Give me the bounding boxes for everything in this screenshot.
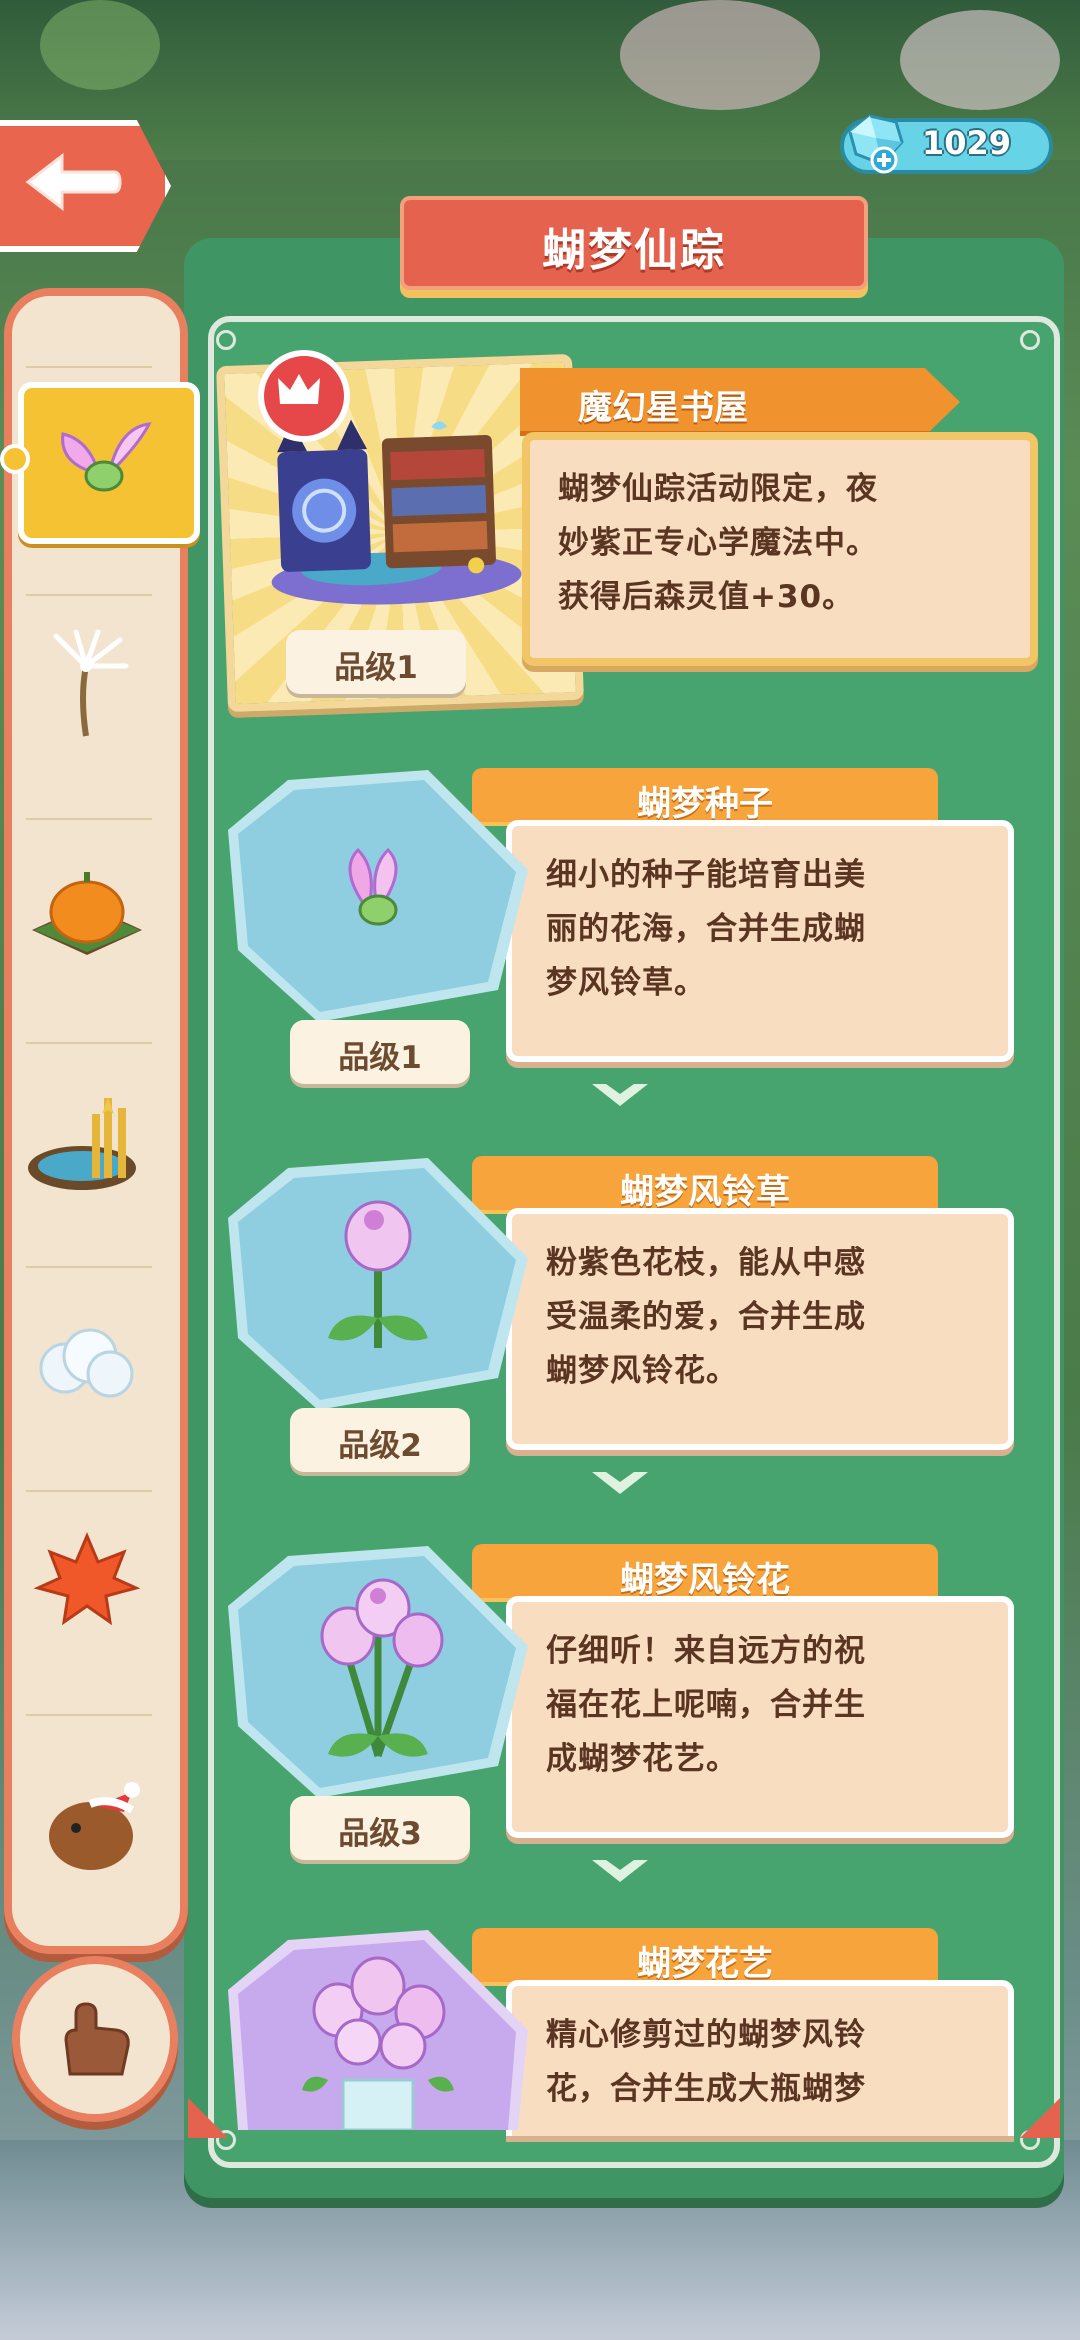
chevron-down-icon (592, 1472, 648, 1494)
maple-leaf-icon (33, 1532, 141, 1626)
item-description-line: 成蝴梦花艺。 (546, 1741, 738, 1777)
featured-item-name: 魔幻星书屋 (578, 388, 748, 428)
sidebar-item-christmas-bird[interactable] (16, 1736, 156, 1876)
item-description-box: 仔细听！来自远方的祝 福在花上呢喃，合并生 成蝴梦花艺。 (506, 1596, 1014, 1838)
wheat-pond-icon (28, 1098, 136, 1190)
item-name-tab: 蝴梦风铃草 (472, 1156, 938, 1214)
item-description-line: 精心修剪过的蝴梦风铃 (546, 2017, 866, 2053)
item-name-tab: 蝴梦种子 (472, 768, 938, 826)
item-description-line: 受温柔的爱，合并生成 (546, 1299, 866, 1335)
grade-label: 品级1 (334, 650, 418, 686)
featured-description-line: 获得后森灵值+30。 (558, 579, 855, 615)
item-frame[interactable] (228, 1148, 528, 1418)
sidebar-item-pumpkin[interactable] (16, 840, 156, 980)
frame-rivet (1020, 330, 1040, 350)
item-description-line: 梦风铃草。 (546, 965, 706, 1001)
crown-icon (278, 374, 320, 404)
christmas-bird-icon (49, 1782, 140, 1870)
cotton-icon (39, 1328, 134, 1398)
item-description-line: 蝴梦风铃花。 (546, 1353, 738, 1389)
gem-count: 1029 (922, 124, 1012, 162)
sidebar-divider (26, 594, 152, 596)
grade-label: 品级3 (338, 1816, 422, 1852)
item-grade-badge: 品级3 (290, 1796, 470, 1860)
sidebar-divider (26, 366, 152, 368)
item-description-line: 丽的花海，合并生成蝴 (546, 911, 866, 947)
grade-label: 品级1 (338, 1040, 422, 1076)
back-arrow-icon (25, 152, 122, 212)
item-name: 蝴梦风铃花 (620, 1560, 790, 1600)
selection-indicator (0, 444, 30, 474)
featured-description-line: 蝴梦仙踪活动限定，夜 (558, 471, 878, 507)
grade-label: 品级2 (338, 1428, 422, 1464)
featured-name-ribbon: 魔幻星书屋 (520, 368, 960, 436)
sidebar-item-cotton[interactable] (16, 1288, 156, 1428)
item-name-tab: 蝴梦风铃花 (472, 1544, 938, 1602)
item-description-line: 仔细听！来自远方的祝 (546, 1633, 866, 1669)
featured-description-line: 妙紫正专心学魔法中。 (558, 525, 878, 561)
background-bush (40, 0, 160, 90)
sidebar-item-butterfly-seed[interactable] (18, 382, 200, 544)
sidebar-divider (26, 1266, 152, 1268)
pointing-hand-icon (64, 2002, 130, 2076)
item-frame[interactable] (228, 760, 528, 1030)
chevron-down-icon (592, 1860, 648, 1882)
sidebar-divider (26, 1490, 152, 1492)
item-description-line: 花，合并生成大瓶蝴梦 (546, 2071, 866, 2107)
title-banner: 蝴梦仙踪 (400, 196, 868, 290)
item-description-box: 粉紫色花枝，能从中感 受温柔的爱，合并生成 蝴梦风铃花。 (506, 1208, 1014, 1450)
back-button[interactable] (0, 120, 171, 252)
item-name-tab: 蝴梦花艺 (472, 1928, 938, 1986)
item-name: 蝴梦种子 (637, 784, 773, 824)
item-grade-badge: 品级2 (290, 1408, 470, 1472)
gem-icon (848, 114, 904, 174)
item-name: 蝴梦风铃草 (620, 1172, 790, 1212)
gem-counter[interactable]: 1029 (840, 114, 1053, 174)
limited-badge (258, 350, 350, 442)
sidebar-divider (26, 1714, 152, 1716)
item-description-line: 粉紫色花枝，能从中感 (546, 1245, 866, 1281)
item-description-box: 精心修剪过的蝴梦风铃 花，合并生成大瓶蝴梦 (506, 1980, 1014, 2136)
item-grade-badge: 品级1 (290, 1020, 470, 1084)
page-title: 蝴梦仙踪 (542, 225, 726, 276)
pumpkin-icon (32, 872, 142, 955)
butterfly-seed-icon (61, 422, 152, 492)
sidebar-item-wheat-pond[interactable] (16, 1064, 156, 1204)
background-blossom (620, 0, 820, 110)
featured-grade-badge: 品级1 (286, 630, 466, 694)
item-frame[interactable] (228, 1536, 528, 1806)
chevron-down-icon (592, 1084, 648, 1106)
item-name: 蝴梦花艺 (637, 1944, 773, 1984)
background-blossom (900, 10, 1060, 110)
sidebar-item-dandelion[interactable] (16, 616, 156, 756)
dandelion-icon (53, 629, 129, 737)
item-description-box: 细小的种子能培育出美 丽的花海，合并生成蝴 梦风铃草。 (506, 820, 1014, 1062)
frame-rivet (216, 330, 236, 350)
item-description-line: 细小的种子能培育出美 (546, 857, 866, 893)
featured-description-box: 蝴梦仙踪活动限定，夜 妙紫正专心学魔法中。 获得后森灵值+30。 (522, 432, 1038, 666)
sidebar-divider (26, 818, 152, 820)
item-frame[interactable] (228, 1920, 528, 2130)
sidebar-item-maple-leaf[interactable] (16, 1512, 156, 1652)
item-description-line: 福在花上呢喃，合并生 (546, 1687, 866, 1723)
hand-button[interactable] (12, 1956, 178, 2122)
sidebar-divider (26, 1042, 152, 1044)
